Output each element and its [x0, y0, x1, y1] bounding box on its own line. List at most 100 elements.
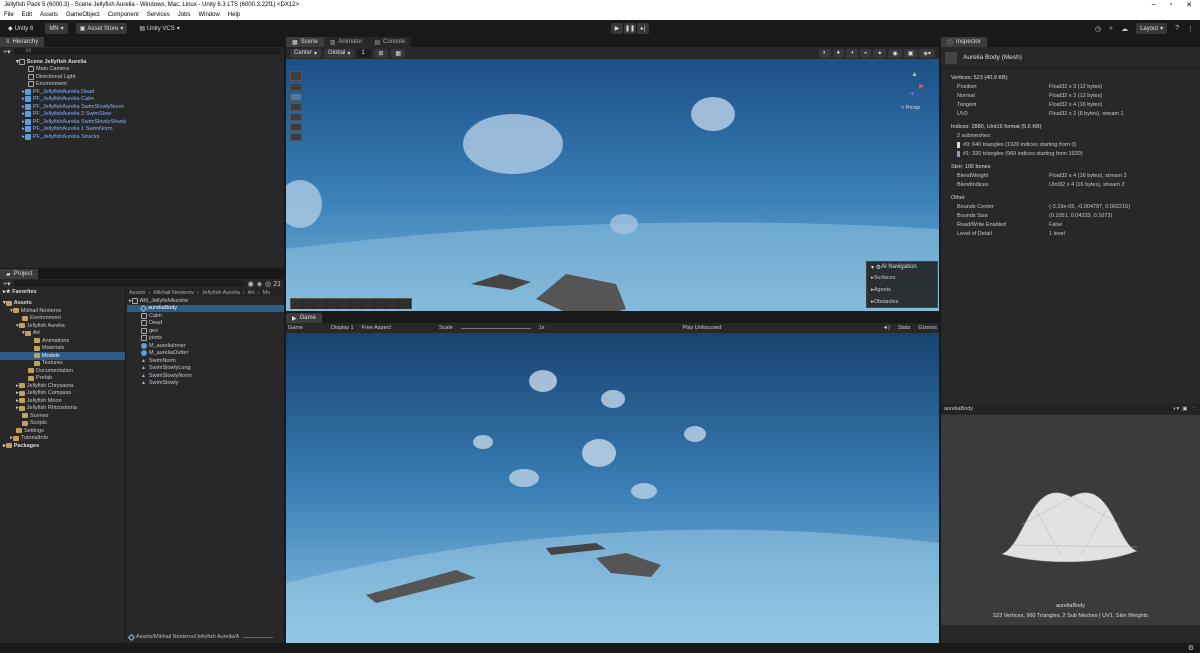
game-viewport[interactable] [286, 333, 939, 643]
folder-item[interactable]: Materials [0, 345, 125, 353]
asset-store-button[interactable]: ▣ Asset Store ▾ [75, 23, 128, 34]
hierarchy-prefab-item[interactable]: ▸ PF_JellyfishAurelia 1 SwimNorm [0, 126, 284, 134]
folder-item[interactable]: Environment [0, 315, 125, 323]
cloud-icon[interactable]: ☁ [1121, 25, 1128, 33]
aspect-dropdown[interactable]: Free Aspect [362, 325, 391, 331]
folder-item[interactable]: ▸ Jellyfish Compass [0, 390, 125, 398]
hierarchy-item[interactable]: Environment [0, 81, 284, 89]
scale-slider[interactable] [460, 327, 531, 329]
menu-edit[interactable]: Edit [22, 12, 32, 18]
grid-snap-icon[interactable]: ⊞ [374, 48, 389, 58]
preview-shading-icon[interactable]: ◐▾ [1173, 406, 1179, 412]
preview-wire-icon[interactable]: ▣ [1182, 406, 1187, 412]
ai-nav-surfaces[interactable]: ▸ Surfaces [867, 272, 937, 284]
minimize-icon[interactable]: – [1152, 1, 1156, 9]
filter-icon[interactable]: ◉ [248, 280, 254, 288]
move-tool-icon[interactable] [290, 93, 302, 101]
rotate-tool-icon[interactable] [290, 103, 302, 111]
audio-icon[interactable]: ◒ [859, 48, 872, 58]
gizmos-button[interactable]: Gizmos [918, 325, 937, 331]
transform-tool-icon[interactable] [290, 133, 302, 141]
play-button[interactable]: ▶ [611, 23, 623, 34]
folder-item[interactable]: ▸ TutorialInfo [0, 435, 125, 443]
nav-tool-icon[interactable] [303, 299, 315, 309]
ai-nav-obstacles[interactable]: ▸ Obstacles [867, 296, 937, 308]
display-dropdown[interactable]: Display 1 [331, 325, 354, 331]
account-button[interactable]: MN ▾ [45, 23, 68, 34]
history-icon[interactable]: ◷ [1095, 25, 1101, 33]
gizmos-icon[interactable]: ◈▾ [919, 48, 935, 58]
folder-item[interactable]: Prefab [0, 375, 125, 383]
scene-row[interactable]: ▾ Scene Jellyfish Aurelia [0, 58, 284, 66]
add-icon[interactable]: +▾ [3, 280, 11, 288]
folder-item[interactable]: ▾ Jellyfish Aurelia [0, 322, 125, 330]
game-mode-dropdown[interactable]: Game [288, 325, 303, 331]
file-item-selected[interactable]: aureliaBody [127, 304, 284, 312]
tab-project[interactable]: ▰ Project [0, 269, 39, 279]
stats-button[interactable]: Stats [898, 325, 911, 331]
hierarchy-prefab-item[interactable]: ▸ PF_JellyfishAurelia Calm [0, 96, 284, 104]
folder-item[interactable]: ▾ Mikhail Nesterov [0, 307, 125, 315]
hand-tool-icon[interactable] [290, 83, 302, 91]
packages-root[interactable]: ▸ Packages [0, 442, 125, 450]
hierarchy-prefab-item[interactable]: ▸ PF_JellyfishAurelia SwimSlowlyNorm [0, 103, 284, 111]
assets-root[interactable]: ▾ Assets [0, 300, 125, 308]
file-item[interactable]: ▲ SwimSlowlyLong [127, 365, 284, 373]
folder-item[interactable]: ▸ Jellyfish Chrysaora [0, 382, 125, 390]
nav-tool-icon[interactable] [363, 299, 375, 309]
menu-window[interactable]: Window [198, 12, 219, 18]
favorites-row[interactable]: ▸ ★ Favorites [0, 288, 125, 296]
folder-item[interactable]: ▾ Art [0, 330, 125, 338]
file-item[interactable]: ▲ SwimSlowlyNorm [127, 372, 284, 380]
menu-component[interactable]: Component [108, 12, 139, 18]
hierarchy-prefab-item[interactable]: ▸ PF_JellyfishAurelia Stracks [0, 133, 284, 141]
tab-console[interactable]: ▤ Console [368, 37, 412, 47]
pause-button[interactable]: ❚❚ [624, 23, 636, 34]
file-item[interactable]: geo [127, 327, 284, 335]
folder-item[interactable]: ▸ Jellyfish Moon [0, 397, 125, 405]
nav-tool-icon[interactable] [339, 299, 351, 309]
nav-tool-icon[interactable] [291, 299, 303, 309]
tab-game[interactable]: ▶ Game [286, 313, 322, 323]
nav-tool-icon[interactable] [375, 299, 387, 309]
step-button[interactable]: ▸| [637, 23, 649, 34]
hierarchy-prefab-item[interactable]: ▸ PF_JellyfishAurelia SwimSlowlySlowly [0, 118, 284, 126]
tab-hierarchy[interactable]: ≡ Hierarchy [0, 37, 45, 47]
folder-item[interactable]: Animations [0, 337, 125, 345]
effects-icon[interactable]: ✦ [873, 48, 887, 58]
menu-services[interactable]: Services [147, 12, 170, 18]
menu-help[interactable]: Help [228, 12, 240, 18]
help-icon[interactable]: ? [1175, 25, 1179, 32]
tab-scene[interactable]: ▦ Scene [286, 37, 324, 47]
nav-tool-icon[interactable] [327, 299, 339, 309]
close-icon[interactable]: ✕ [1186, 1, 1192, 9]
file-item[interactable]: ▸ AM_JellyfishAurelia [127, 297, 284, 305]
nav-tool-icon[interactable] [387, 299, 399, 309]
hierarchy-item[interactable]: Main Camera [0, 66, 284, 74]
camera-settings-icon[interactable]: ▣ [903, 48, 918, 58]
menu-gameobject[interactable]: GameObject [66, 12, 100, 18]
file-item[interactable]: ▲ SwimNorm [127, 357, 284, 365]
nav-tool-icon[interactable] [351, 299, 363, 309]
tab-inspector[interactable]: ⓘ Inspector [941, 37, 987, 47]
add-icon[interactable]: +▾ [3, 48, 11, 56]
visibility-icon[interactable]: ◉ [888, 48, 902, 58]
tool-menu-icon[interactable] [290, 71, 302, 81]
mesh-preview[interactable]: aureliaBody 523 Vertices, 960 Triangles,… [941, 415, 1200, 625]
maximize-icon[interactable]: ▫ [1170, 1, 1172, 9]
menu-icon[interactable]: ⋮ [1187, 25, 1194, 33]
folder-item[interactable]: Textures [0, 360, 125, 368]
scene-viewport[interactable] [286, 59, 939, 311]
hierarchy-prefab-item[interactable]: ▸ PF_JellyfishAurelia Dead [0, 88, 284, 96]
hierarchy-prefab-item[interactable]: ▸ PF_JellyfishAurelia 2 SwimSlow [0, 111, 284, 119]
folder-item[interactable]: ▸ Jellyfish Rhizostoma [0, 405, 125, 413]
hierarchy-search-input[interactable]: All [13, 48, 281, 55]
layout-dropdown[interactable]: Layout ▾ [1136, 23, 1168, 34]
menu-file[interactable]: File [4, 12, 14, 18]
ai-nav-agents[interactable]: ▸ Agents [867, 284, 937, 296]
pivot-dropdown[interactable]: Center ▾ [290, 48, 322, 58]
icon-size-slider[interactable] [243, 636, 274, 638]
ai-navigation-title[interactable]: ▾ ⚙ AI Navigation [867, 262, 937, 272]
unity-menu[interactable]: ◆ Unity 6 [4, 23, 37, 34]
snap-input[interactable]: 1 [357, 48, 372, 58]
